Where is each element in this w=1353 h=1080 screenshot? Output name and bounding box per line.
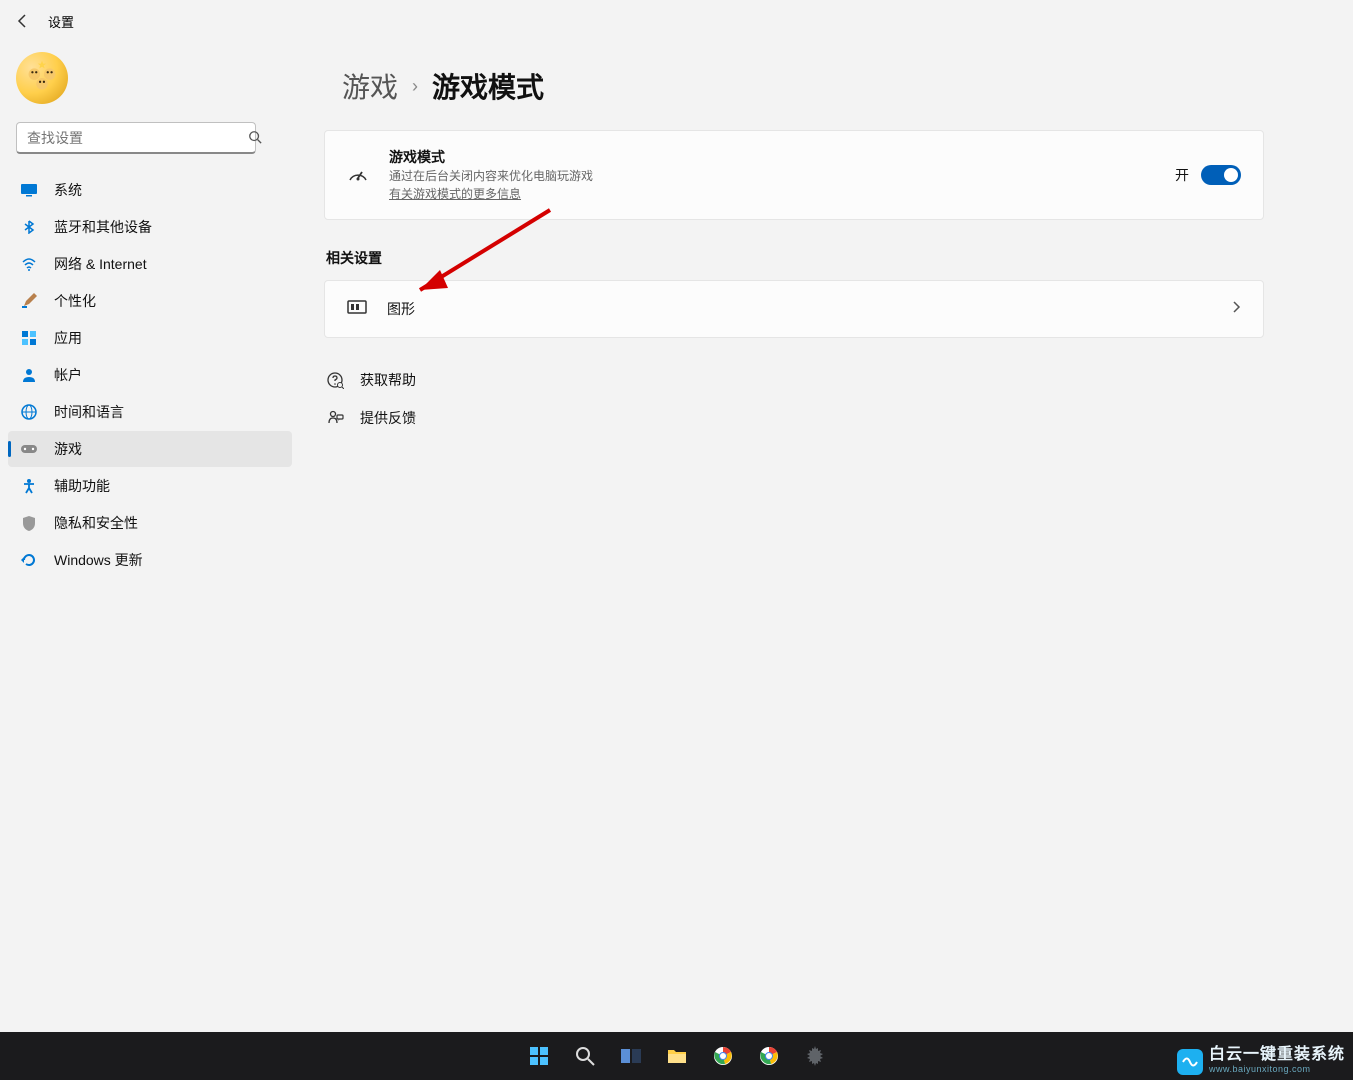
graphics-row[interactable]: 图形: [324, 280, 1264, 338]
nav-accounts[interactable]: 帐户: [8, 357, 292, 393]
feedback-link[interactable]: 提供反馈: [324, 404, 1264, 432]
update-icon: [20, 551, 38, 569]
speed-icon: [347, 164, 369, 186]
globe-icon: [20, 403, 38, 421]
avatar: [16, 52, 68, 104]
graphics-icon: [347, 299, 367, 319]
nav-label: Windows 更新: [54, 550, 143, 570]
game-mode-card: 游戏模式 通过在后台关闭内容来优化电脑玩游戏 有关游戏模式的更多信息 开: [324, 130, 1264, 220]
accessibility-icon: [20, 477, 38, 495]
bluetooth-icon: [20, 218, 38, 236]
account-area[interactable]: [8, 42, 292, 122]
toggle-wrap: 开: [1175, 165, 1241, 185]
person-icon: [20, 366, 38, 384]
taskbar-explorer[interactable]: [657, 1036, 697, 1076]
nav-label: 隐私和安全性: [54, 513, 138, 533]
graphics-label: 图形: [387, 299, 1231, 319]
nav-network[interactable]: 网络 & Internet: [8, 246, 292, 282]
breadcrumb: 游戏 › 游戏模式: [324, 66, 1264, 106]
game-mode-toggle[interactable]: [1201, 165, 1241, 185]
sidebar: 系统 蓝牙和其他设备 网络 & Internet 个性化 应用 帐户 时间和语言…: [0, 42, 300, 1032]
watermark-main: 白云一键重装系统: [1209, 1048, 1345, 1062]
nav-windows-update[interactable]: Windows 更新: [8, 542, 292, 578]
taskbar: [0, 1032, 1353, 1080]
brush-icon: [20, 292, 38, 310]
nav-accessibility[interactable]: 辅助功能: [8, 468, 292, 504]
nav-bluetooth[interactable]: 蓝牙和其他设备: [8, 209, 292, 245]
back-button[interactable]: [8, 6, 38, 36]
taskbar-chrome-1[interactable]: [703, 1036, 743, 1076]
gamepad-icon: [20, 440, 38, 458]
chevron-right-icon: ›: [412, 76, 418, 97]
shield-icon: [20, 514, 38, 532]
watermark-sub: www.baiyunxitong.com: [1209, 1062, 1345, 1076]
search-input[interactable]: [16, 122, 256, 154]
nav-label: 时间和语言: [54, 402, 124, 422]
search-icon: [248, 130, 262, 149]
taskbar-settings[interactable]: [795, 1036, 835, 1076]
arrow-left-icon: [15, 13, 31, 29]
taskbar-taskview[interactable]: [611, 1036, 651, 1076]
get-help-label: 获取帮助: [360, 370, 416, 390]
related-settings-heading: 相关设置: [324, 248, 1264, 268]
search-box: [16, 122, 284, 154]
content-area: 游戏 › 游戏模式 游戏模式 通过在后台关闭内容来优化电脑玩游戏 有关游戏模式的…: [300, 42, 1300, 1032]
feedback-icon: [326, 409, 344, 427]
breadcrumb-parent[interactable]: 游戏: [342, 66, 398, 106]
apps-icon: [20, 329, 38, 347]
nav-label: 辅助功能: [54, 476, 110, 496]
toggle-state-label: 开: [1175, 165, 1189, 185]
window-title: 设置: [48, 12, 74, 31]
monitor-icon: [20, 181, 38, 199]
nav-gaming[interactable]: 游戏: [8, 431, 292, 467]
get-help-link[interactable]: 获取帮助: [324, 366, 1264, 394]
nav-list: 系统 蓝牙和其他设备 网络 & Internet 个性化 应用 帐户 时间和语言…: [8, 172, 292, 578]
nav-label: 个性化: [54, 291, 96, 311]
more-info-link[interactable]: 有关游戏模式的更多信息: [389, 187, 521, 201]
titlebar: 设置: [0, 0, 1353, 42]
nav-label: 蓝牙和其他设备: [54, 217, 152, 237]
page-title: 游戏模式: [432, 66, 544, 106]
taskbar-start[interactable]: [519, 1036, 559, 1076]
nav-label: 系统: [54, 180, 82, 200]
nav-label: 应用: [54, 328, 82, 348]
card-title: 游戏模式: [389, 147, 1175, 167]
nav-apps[interactable]: 应用: [8, 320, 292, 356]
feedback-label: 提供反馈: [360, 408, 416, 428]
chevron-right-icon: [1231, 300, 1241, 319]
nav-time-language[interactable]: 时间和语言: [8, 394, 292, 430]
watermark: 白云一键重装系统 www.baiyunxitong.com: [1177, 1048, 1345, 1076]
nav-label: 帐户: [54, 365, 82, 385]
watermark-logo-icon: [1177, 1049, 1203, 1075]
wifi-icon: [20, 255, 38, 273]
help-icon: [326, 371, 344, 389]
nav-system[interactable]: 系统: [8, 172, 292, 208]
nav-privacy[interactable]: 隐私和安全性: [8, 505, 292, 541]
taskbar-chrome-2[interactable]: [749, 1036, 789, 1076]
nav-label: 游戏: [54, 439, 82, 459]
card-subtitle: 通过在后台关闭内容来优化电脑玩游戏: [389, 167, 1175, 185]
nav-label: 网络 & Internet: [54, 254, 147, 274]
nav-personalization[interactable]: 个性化: [8, 283, 292, 319]
taskbar-search[interactable]: [565, 1036, 605, 1076]
